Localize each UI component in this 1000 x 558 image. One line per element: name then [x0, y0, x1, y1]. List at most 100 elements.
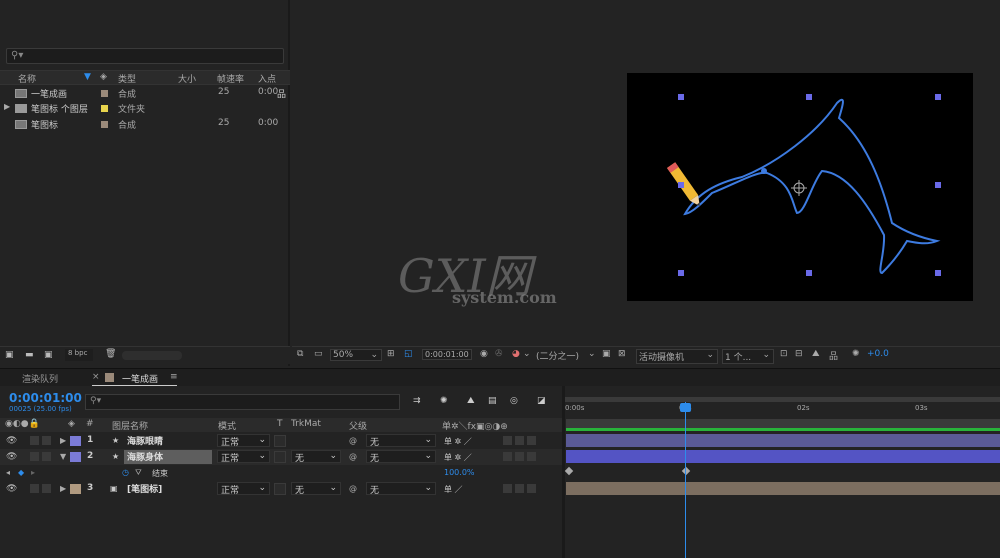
switches-icon[interactable]: 单 ✲ ／	[444, 452, 472, 463]
exposure-icon[interactable]: ✺	[852, 349, 860, 359]
preserve-transparency-toggle[interactable]	[274, 435, 286, 447]
close-icon[interactable]: ×	[92, 372, 100, 382]
bounding-handle[interactable]	[935, 94, 941, 100]
comp-mini-flowchart-icon[interactable]: ⇉	[413, 396, 421, 406]
label-icon[interactable]: ◈	[68, 419, 75, 429]
chevron-down-icon[interactable]: ⌄	[523, 349, 531, 359]
col-in[interactable]: 入点	[258, 72, 276, 85]
frame-blending-icon[interactable]: ▤	[488, 396, 497, 406]
solo-toggle[interactable]	[30, 452, 39, 461]
col-type[interactable]: 类型	[118, 72, 136, 85]
col-layer-name[interactable]: 图层名称	[112, 419, 148, 432]
layer-row[interactable]: 👁 ▶ 3 ▣ [笔图标] 正常 ⌄ 无 ⌄ @ 无 ⌄ 单 ／	[0, 481, 562, 497]
switch-box[interactable]	[503, 484, 512, 493]
eye-icon[interactable]: 👁	[6, 452, 17, 462]
toggle-pixel-icon[interactable]: ⊡	[780, 349, 788, 359]
motion-blur-icon[interactable]: ◎	[510, 396, 518, 406]
expand-arrow-icon[interactable]: ▶	[60, 436, 66, 445]
transparency-grid-icon[interactable]: ⊠	[618, 349, 626, 359]
property-row[interactable]: ◂ ◆ ▸ ◷ ⛛ 结束 100.0%	[0, 465, 562, 481]
camera-select[interactable]: 活动摄像机 ⌄	[636, 349, 718, 364]
parent-select[interactable]: 无 ⌄	[366, 434, 436, 448]
bounding-handle[interactable]	[678, 94, 684, 100]
switches-icon[interactable]: 单 ／	[444, 484, 463, 495]
bounding-handle[interactable]	[678, 182, 684, 188]
switch-box[interactable]	[515, 452, 524, 461]
views-select[interactable]: 1 个... ⌄	[722, 349, 774, 364]
flowchart-icon[interactable]: 品	[829, 349, 838, 362]
current-time-indicator[interactable]	[685, 402, 686, 558]
col-mode[interactable]: 模式	[218, 419, 236, 432]
lock-toggle[interactable]	[42, 452, 51, 461]
time-ruler[interactable]: 0:00s 01s 02s 03s	[565, 397, 1000, 418]
switch-box[interactable]	[527, 484, 536, 493]
safe-area-icon[interactable]: ⊞	[387, 349, 395, 359]
menu-icon[interactable]: ≡	[170, 372, 178, 382]
parent-select[interactable]: 无 ⌄	[366, 482, 436, 496]
project-search-input[interactable]: ⚲▾	[6, 48, 284, 64]
interpret-footage-icon[interactable]: ▣	[5, 350, 14, 360]
eye-icon[interactable]: 👁	[6, 436, 17, 446]
pickwhip-icon[interactable]: @	[349, 452, 357, 461]
layer-bar[interactable]	[566, 434, 1000, 447]
layer-name[interactable]: [笔图标]	[124, 482, 212, 496]
draft-3d-icon[interactable]: ✺	[440, 396, 448, 406]
label-swatch[interactable]	[101, 105, 108, 112]
layer-name[interactable]: 海豚眼睛	[124, 434, 212, 448]
switches-icon[interactable]: 单 ✲ ／	[444, 436, 472, 447]
composition-canvas[interactable]	[627, 73, 973, 301]
col-parent[interactable]: 父级	[349, 419, 367, 432]
av-features-icon[interactable]: ◉◐●🔒	[5, 419, 40, 429]
layer-label[interactable]	[70, 436, 81, 446]
layer-bar[interactable]	[566, 482, 1000, 495]
scroll-bar[interactable]	[122, 351, 182, 360]
new-composition-icon[interactable]: ▣	[44, 350, 53, 360]
col-trkmat[interactable]: TrkMat	[291, 419, 321, 429]
tab-comp[interactable]: 一笔成画	[122, 372, 158, 385]
switches-icon[interactable]: 单✲＼fx▣◎◑⊕	[442, 419, 508, 432]
layer-label[interactable]	[70, 452, 81, 462]
col-size[interactable]: 大小	[178, 72, 196, 85]
solo-toggle[interactable]	[30, 484, 39, 493]
bounding-handle[interactable]	[806, 94, 812, 100]
col-fps[interactable]: 帧速率	[217, 72, 244, 85]
reset-exposure-icon[interactable]: ⊟	[795, 349, 803, 359]
next-keyframe-icon[interactable]: ▸	[31, 468, 35, 477]
timeline-search-input[interactable]: ⚲▾	[85, 394, 400, 410]
monitor-icon[interactable]: ▭	[314, 349, 323, 359]
layer-bar-selected[interactable]	[566, 450, 1000, 463]
layer-row[interactable]: 👁 ▼ 2 ★ 海豚身体 正常 ⌄ 无 ⌄ @ 无 ⌄ 单 ✲ ／	[0, 449, 562, 465]
pickwhip-icon[interactable]: @	[349, 484, 357, 493]
always-preview-icon[interactable]: ⧉	[297, 349, 303, 359]
solo-toggle[interactable]	[30, 436, 39, 445]
stopwatch-icon[interactable]: ◷	[122, 468, 129, 477]
switch-box[interactable]	[503, 452, 512, 461]
expand-arrow-icon[interactable]: ▶	[60, 484, 66, 493]
layer-name[interactable]: 海豚身体	[124, 450, 212, 464]
snapshot-icon[interactable]: ◉	[480, 349, 488, 359]
bounding-handle[interactable]	[678, 270, 684, 276]
prev-keyframe-icon[interactable]: ◂	[6, 468, 10, 477]
region-of-interest-icon[interactable]: ▣	[602, 349, 611, 359]
layer-label[interactable]	[70, 484, 81, 494]
3d-draft-icon[interactable]: ⛰	[812, 349, 820, 359]
resolution-select[interactable]: (二分之一)	[536, 349, 579, 362]
switch-box[interactable]	[503, 436, 512, 445]
lock-toggle[interactable]	[42, 436, 51, 445]
preserve-transparency-toggle[interactable]	[274, 483, 286, 495]
flowchart-icon[interactable]: 品	[277, 87, 286, 100]
bounding-handle[interactable]	[935, 182, 941, 188]
zoom-select[interactable]: 50% ⌄	[330, 349, 382, 361]
bpc-button[interactable]: 8 bpc	[65, 349, 93, 361]
label-swatch[interactable]	[101, 121, 108, 128]
mode-select[interactable]: 正常 ⌄	[217, 482, 270, 496]
current-time[interactable]: 0:00:01:00	[9, 391, 82, 405]
mask-visibility-icon[interactable]: ◱	[404, 349, 413, 359]
eye-icon[interactable]: 👁	[6, 484, 17, 494]
property-value[interactable]: 100.0%	[444, 468, 475, 477]
expand-arrow-icon[interactable]: ▶	[4, 102, 10, 111]
work-area-bar[interactable]	[565, 397, 1000, 402]
shy-icon[interactable]: ⛰	[467, 396, 475, 406]
switch-box[interactable]	[515, 484, 524, 493]
layer-row[interactable]: 👁 ▶ 1 ★ 海豚眼睛 正常 ⌄ @ 无 ⌄ 单 ✲ ／	[0, 433, 562, 449]
